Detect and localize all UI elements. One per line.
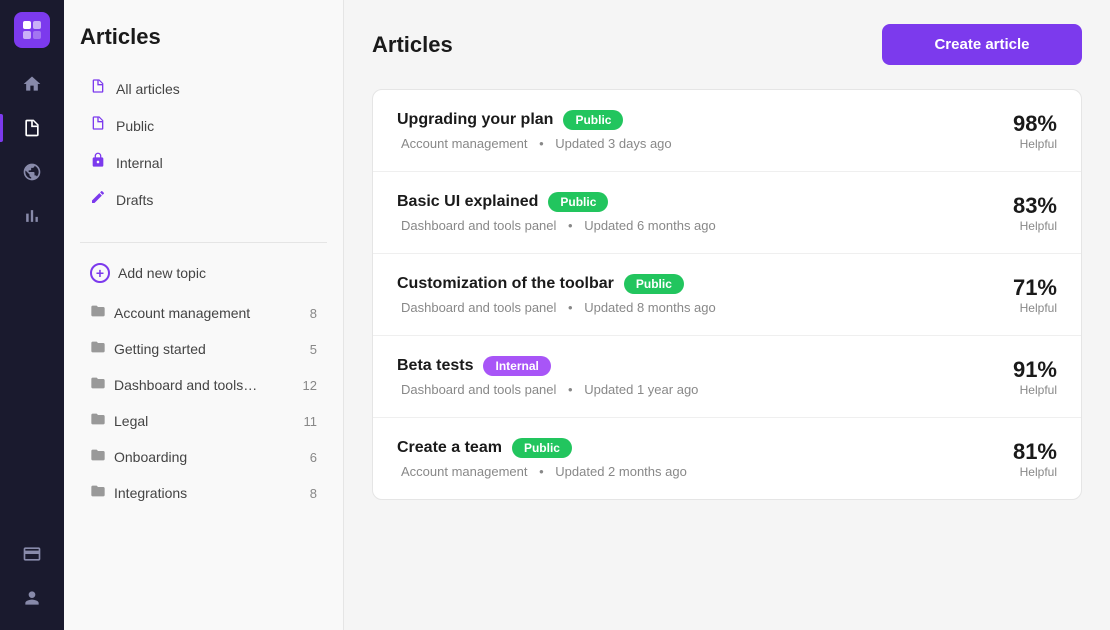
home-icon[interactable]	[12, 64, 52, 104]
status-badge: Public	[512, 438, 572, 458]
stat-label: Helpful	[977, 137, 1057, 151]
articles-icon[interactable]	[12, 108, 52, 148]
filter-public[interactable]: Public	[80, 107, 327, 144]
status-badge: Public	[563, 110, 623, 130]
article-title-row: Basic UI explained Public	[397, 192, 977, 212]
article-title: Beta tests	[397, 357, 473, 375]
public-icon	[90, 115, 106, 136]
all-articles-icon	[90, 78, 106, 99]
stat-label: Helpful	[977, 465, 1057, 479]
article-title: Basic UI explained	[397, 193, 538, 211]
add-new-topic-button[interactable]: + Add new topic	[80, 255, 327, 291]
main-content: Articles Create article Upgrading your p…	[344, 0, 1110, 630]
status-badge: Public	[624, 274, 684, 294]
article-title-row: Customization of the toolbar Public	[397, 274, 977, 294]
filter-all-articles[interactable]: All articles	[80, 70, 327, 107]
status-badge: Public	[548, 192, 608, 212]
folder-icon	[90, 447, 106, 467]
article-row[interactable]: Upgrading your plan Public Account manag…	[373, 90, 1081, 172]
stat-label: Helpful	[977, 301, 1057, 315]
article-info: Basic UI explained Public Dashboard and …	[397, 192, 977, 233]
page-title: Articles	[80, 24, 327, 50]
topic-integrations[interactable]: Integrations 8	[80, 475, 327, 511]
stat-label: Helpful	[977, 383, 1057, 397]
article-row[interactable]: Create a team Public Account management …	[373, 418, 1081, 499]
status-badge: Internal	[483, 356, 550, 376]
article-title: Customization of the toolbar	[397, 275, 614, 293]
left-panel: Articles All articles Public Internal Dr…	[64, 0, 344, 630]
article-stats: 71% Helpful	[977, 275, 1057, 315]
article-title-row: Create a team Public	[397, 438, 977, 458]
article-meta: Account management • Updated 3 days ago	[397, 136, 977, 151]
article-info: Create a team Public Account management …	[397, 438, 977, 479]
article-meta: Dashboard and tools panel • Updated 6 mo…	[397, 218, 977, 233]
filter-list: All articles Public Internal Drafts	[80, 70, 327, 218]
article-stats: 83% Helpful	[977, 193, 1057, 233]
article-title: Create a team	[397, 439, 502, 457]
filter-internal[interactable]: Internal	[80, 144, 327, 181]
topic-legal[interactable]: Legal 11	[80, 403, 327, 439]
article-info: Upgrading your plan Public Account manag…	[397, 110, 977, 151]
folder-icon	[90, 411, 106, 431]
article-stats: 91% Helpful	[977, 357, 1057, 397]
edit-icon	[90, 189, 106, 210]
article-title: Upgrading your plan	[397, 111, 553, 129]
folder-icon	[90, 339, 106, 359]
helpful-percent: 98%	[977, 111, 1057, 137]
filter-drafts[interactable]: Drafts	[80, 181, 327, 218]
helpful-percent: 71%	[977, 275, 1057, 301]
globe-icon[interactable]	[12, 152, 52, 192]
article-row[interactable]: Beta tests Internal Dashboard and tools …	[373, 336, 1081, 418]
folder-icon	[90, 303, 106, 323]
plus-icon: +	[90, 263, 110, 283]
article-meta: Dashboard and tools panel • Updated 1 ye…	[397, 382, 977, 397]
lock-icon	[90, 152, 106, 173]
article-info: Beta tests Internal Dashboard and tools …	[397, 356, 977, 397]
article-meta: Account management • Updated 2 months ag…	[397, 464, 977, 479]
user-icon[interactable]	[12, 578, 52, 618]
divider	[80, 242, 327, 243]
topic-account-management[interactable]: Account management 8	[80, 295, 327, 331]
articles-list: Upgrading your plan Public Account manag…	[372, 89, 1082, 500]
chart-icon[interactable]	[12, 196, 52, 236]
topic-onboarding[interactable]: Onboarding 6	[80, 439, 327, 475]
stat-label: Helpful	[977, 219, 1057, 233]
article-title-row: Beta tests Internal	[397, 356, 977, 376]
card-icon[interactable]	[12, 534, 52, 574]
create-article-button[interactable]: Create article	[882, 24, 1082, 65]
topic-getting-started[interactable]: Getting started 5	[80, 331, 327, 367]
sidebar	[0, 0, 64, 630]
folder-icon	[90, 375, 106, 395]
article-row[interactable]: Customization of the toolbar Public Dash…	[373, 254, 1081, 336]
article-title-row: Upgrading your plan Public	[397, 110, 977, 130]
article-row[interactable]: Basic UI explained Public Dashboard and …	[373, 172, 1081, 254]
article-stats: 81% Helpful	[977, 439, 1057, 479]
helpful-percent: 91%	[977, 357, 1057, 383]
article-stats: 98% Helpful	[977, 111, 1057, 151]
article-meta: Dashboard and tools panel • Updated 8 mo…	[397, 300, 977, 315]
app-logo[interactable]	[14, 12, 50, 48]
topic-list: Account management 8 Getting started 5 D…	[80, 295, 327, 511]
topic-dashboard[interactable]: Dashboard and tools… 12	[80, 367, 327, 403]
helpful-percent: 83%	[977, 193, 1057, 219]
article-info: Customization of the toolbar Public Dash…	[397, 274, 977, 315]
folder-icon	[90, 483, 106, 503]
main-header: Articles Create article	[372, 24, 1082, 65]
main-title: Articles	[372, 32, 453, 58]
helpful-percent: 81%	[977, 439, 1057, 465]
